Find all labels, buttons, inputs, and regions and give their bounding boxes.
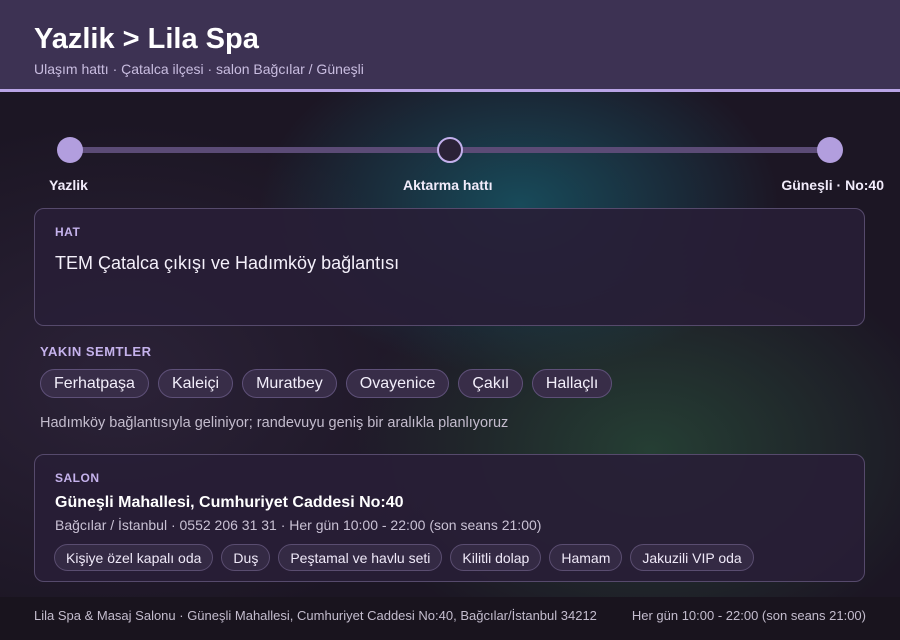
- amenity-tag: Kilitli dolap: [450, 544, 542, 571]
- page-header: Yazlik > Lila Spa Ulaşım hattı · Çatalca…: [0, 0, 900, 92]
- line-description: TEM Çatalca çıkışı ve Hadımköy bağlantıs…: [55, 253, 400, 273]
- salon-address: Güneşli Mahallesi, Cumhuriyet Caddesi No…: [55, 494, 404, 511]
- nearby-chip[interactable]: Hallaçlı: [531, 369, 613, 398]
- amenity-tag: Duş: [221, 544, 271, 571]
- route-stop-end: [817, 137, 843, 163]
- route-stop-start: [57, 137, 83, 163]
- nearby-chip[interactable]: Ovayenice: [345, 369, 450, 398]
- page-subtitle: Ulaşım hattı · Çatalca ilçesi · salon Ba…: [34, 61, 364, 77]
- salon-details: Bağcılar / İstanbul · 0552 206 31 31 · H…: [55, 517, 542, 533]
- nearby-chips: Ferhatpaşa Kaleiçi Muratbey Ovayenice Ça…: [40, 369, 613, 398]
- page-footer: Lila Spa & Masaj Salonu · Güneşli Mahall…: [0, 597, 900, 640]
- route-stop-label-transfer: Aktarma hattı: [403, 177, 493, 193]
- nearby-title: YAKIN SEMTLER: [40, 344, 152, 359]
- route-stop-transfer: [437, 137, 463, 163]
- nearby-chip[interactable]: Çakıl: [458, 369, 523, 398]
- route-stop-label-start: Yazlik: [49, 177, 88, 193]
- nearby-note: Hadımköy bağlantısıyla geliniyor; randev…: [40, 415, 509, 431]
- route-progress: Yazlik Aktarma hattı Güneşli · No:40: [0, 130, 900, 200]
- page-title: Yazlik > Lila Spa: [34, 23, 259, 55]
- amenity-list: Kişiye özel kapalı oda Duş Peştamal ve h…: [54, 544, 754, 571]
- amenity-tag: Jakuzili VIP oda: [630, 544, 754, 571]
- line-card-label: HAT: [55, 225, 81, 239]
- salon-card-label: SALON: [55, 471, 100, 485]
- nearby-chip[interactable]: Ferhatpaşa: [40, 369, 149, 398]
- amenity-tag: Hamam: [549, 544, 623, 571]
- route-stop-label-end: Güneşli · No:40: [781, 177, 884, 193]
- amenity-tag: Peştamal ve havlu seti: [278, 544, 443, 571]
- footer-hours: Her gün 10:00 - 22:00 (son seans 21:00): [631, 608, 866, 623]
- line-card: HAT TEM Çatalca çıkışı ve Hadımköy bağla…: [34, 208, 865, 326]
- amenity-tag: Kişiye özel kapalı oda: [54, 544, 214, 571]
- footer-address: Lila Spa & Masaj Salonu · Güneşli Mahall…: [34, 608, 597, 623]
- nearby-chip[interactable]: Kaleiçi: [157, 369, 234, 398]
- nearby-chip[interactable]: Muratbey: [242, 369, 337, 398]
- salon-card: SALON Güneşli Mahallesi, Cumhuriyet Cadd…: [34, 454, 865, 582]
